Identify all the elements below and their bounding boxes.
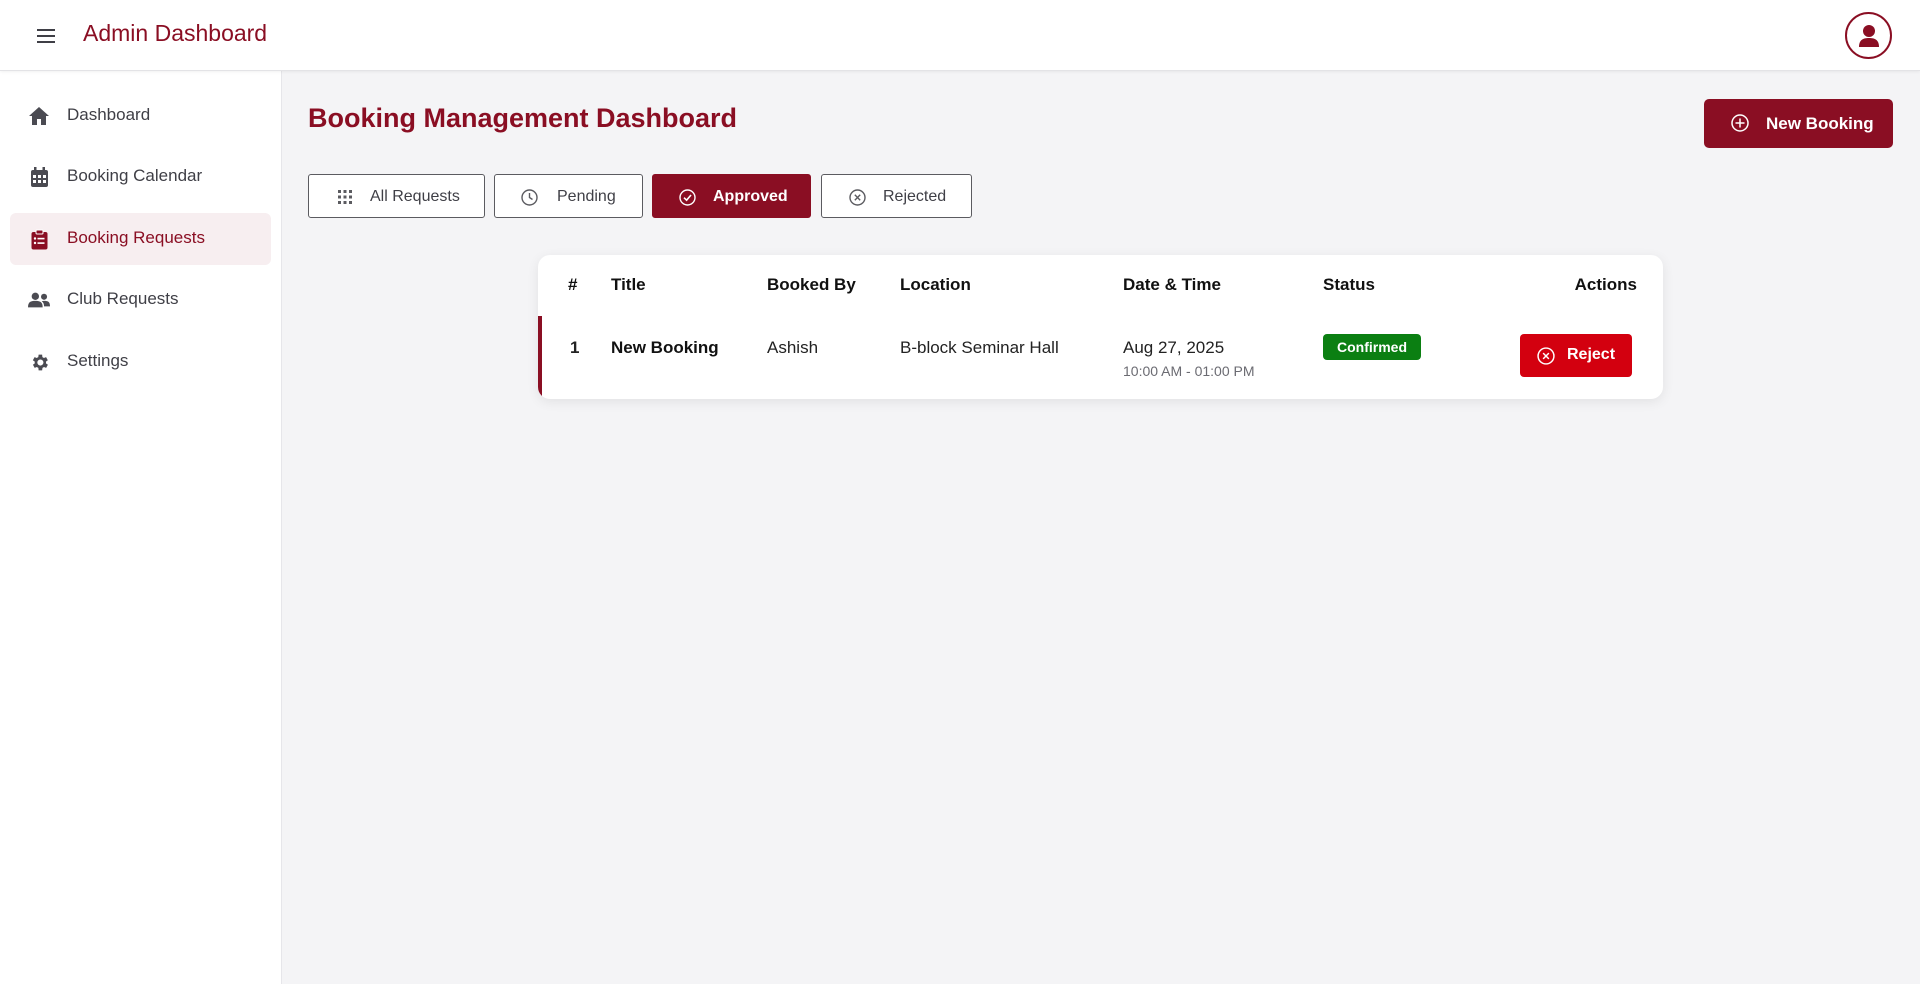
user-avatar-button[interactable] [1845,12,1892,59]
booking-title: New Booking [611,338,719,357]
sidebar-item-club-requests[interactable]: Club Requests [10,274,271,326]
sidebar-item-settings[interactable]: Settings [10,336,271,388]
filter-label: Rejected [883,188,947,205]
column-header-title: Title [611,275,646,294]
check-circle-icon [678,188,696,206]
sidebar-item-booking-calendar[interactable]: Booking Calendar [10,151,271,203]
filter-label: Approved [713,188,788,205]
booking-time: 10:00 AM - 01:00 PM [1123,363,1255,379]
sidebar: Dashboard Booking Calendar Booking Reque… [0,71,282,984]
filter-all-requests-button[interactable]: All Requests [308,174,485,218]
filter-label: All Requests [370,188,460,205]
gear-icon [28,351,50,373]
user-icon [1858,24,1879,47]
grid-icon [336,188,354,206]
sidebar-item-label: Booking Calendar [67,166,203,185]
filter-rejected-button[interactable]: Rejected [821,174,972,218]
new-booking-button[interactable]: New Booking [1704,99,1893,148]
booking-date: Aug 27, 2025 [1123,338,1225,357]
top-bar: Admin Dashboard [0,0,1920,71]
column-header-booked-by: Booked By [767,275,856,294]
plus-circle-icon [1731,114,1749,137]
sidebar-item-label: Settings [67,351,129,370]
reject-label: Reject [1567,346,1616,363]
sidebar-item-label: Booking Requests [67,228,205,247]
hamburger-menu-button[interactable] [32,24,60,48]
location: B-block Seminar Hall [900,338,1059,357]
row-index: 1 [570,338,580,357]
clock-icon [520,188,538,206]
sidebar-item-dashboard[interactable]: Dashboard [10,90,271,142]
filter-approved-button[interactable]: Approved [652,174,811,218]
booked-by: Ashish [767,338,819,357]
home-icon [28,105,50,127]
sidebar-item-label: Dashboard [67,105,151,124]
app-title: Admin Dashboard [83,20,268,46]
table-row: 1 New Booking Ashish B-block Seminar Hal… [538,316,1663,399]
filter-pending-button[interactable]: Pending [494,174,643,218]
new-booking-label: New Booking [1766,114,1874,133]
users-icon [28,289,50,311]
x-circle-icon [1537,347,1555,365]
column-header-location: Location [900,275,971,294]
sidebar-item-booking-requests[interactable]: Booking Requests [10,213,271,265]
hamburger-icon [37,29,55,43]
column-header-date-time: Date & Time [1123,275,1221,294]
page-title: Booking Management Dashboard [308,103,738,133]
clipboard-list-icon [28,228,50,250]
status-badge: Confirmed [1323,334,1421,360]
reject-button[interactable]: Reject [1520,334,1632,377]
column-header-index: # [568,275,578,294]
column-header-actions: Actions [1574,275,1637,294]
filter-label: Pending [557,188,616,205]
x-circle-icon [848,188,866,206]
calendar-icon [28,166,50,188]
sidebar-item-label: Club Requests [67,289,179,308]
bookings-table: # Title Booked By Location Date & Time S… [538,255,1663,399]
column-header-status: Status [1323,275,1375,294]
